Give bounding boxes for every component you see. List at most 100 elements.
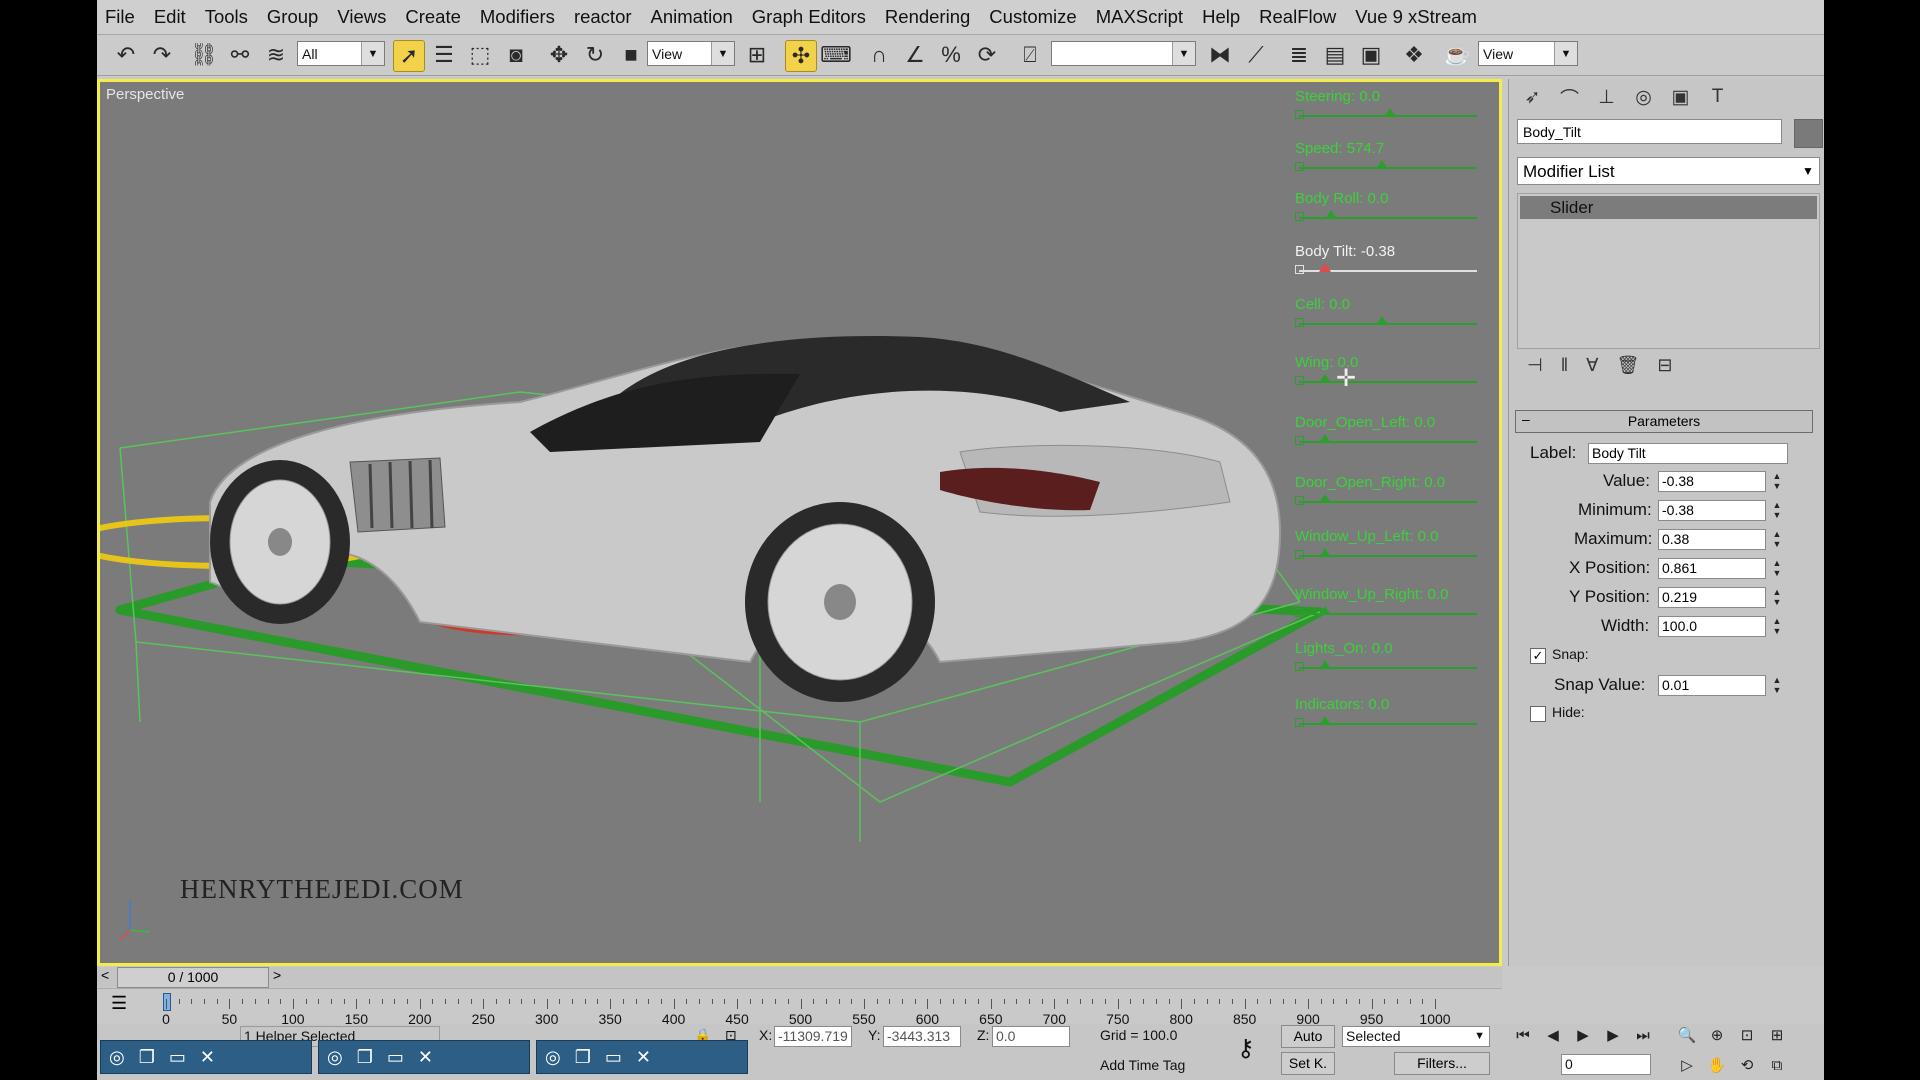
menu-graph-editors[interactable]: Graph Editors (744, 0, 877, 34)
menu-group[interactable]: Group (259, 0, 329, 34)
x-position-field[interactable]: 0.861 (1658, 558, 1766, 579)
menu-realflow[interactable]: RealFlow (1251, 0, 1347, 34)
window-crossing-icon[interactable]: ◙ (501, 40, 531, 70)
y-coordinate-field[interactable]: -3443.313 (883, 1026, 961, 1047)
modifier-list-dropdown[interactable]: Modifier List ▼ (1517, 157, 1820, 185)
slider-manipulator[interactable]: Lights_On: 0.0 (1295, 640, 1485, 671)
make-unique-icon[interactable]: ∀ (1586, 355, 1598, 376)
restore-icon[interactable]: ❐ (139, 1047, 155, 1068)
close-icon[interactable]: ✕ (418, 1047, 433, 1068)
menu-file[interactable]: File (97, 0, 146, 34)
select-link-icon[interactable]: ⛓ (189, 40, 219, 70)
slider-manipulator[interactable]: Door_Open_Left: 0.0 (1295, 414, 1485, 445)
unlink-icon[interactable]: ⚯ (225, 40, 255, 70)
auto-key-button[interactable]: Auto (1281, 1025, 1335, 1048)
add-time-tag[interactable]: Add Time Tag (1100, 1057, 1185, 1073)
slider-handle[interactable] (1375, 160, 1388, 169)
slider-manipulator[interactable]: Wing: 0.0 (1295, 354, 1485, 385)
filters-button[interactable]: Filters... (1394, 1052, 1490, 1075)
render-view-dropdown[interactable]: View ▼ (1478, 41, 1578, 66)
menu-rendering[interactable]: Rendering (877, 0, 981, 34)
slider-handle[interactable] (1375, 316, 1388, 325)
y-position-spinner-icon[interactable]: ▲ ▼ (1771, 587, 1783, 608)
curve-editor-icon[interactable]: ▤ (1320, 40, 1350, 70)
keyboard-shortcut-icon[interactable]: ⌨ (820, 40, 852, 70)
object-color-swatch[interactable] (1794, 119, 1823, 148)
time-slider-thumb[interactable]: 0 / 1000 (117, 967, 269, 988)
minimized-window-1[interactable]: ◎ ❐ ▭ ✕ (100, 1040, 312, 1074)
bind-space-warp-icon[interactable]: ≋ (261, 40, 291, 70)
previous-frame-icon[interactable]: ◀ (1541, 1024, 1565, 1046)
pin-stack-icon[interactable]: ⊣ (1527, 355, 1543, 376)
key-filter-dropdown[interactable]: Selected ▼ (1342, 1026, 1490, 1047)
next-frame-icon[interactable]: ▶ (1601, 1024, 1625, 1046)
mirror-icon[interactable]: ⧓ (1205, 40, 1235, 70)
label-field[interactable]: Body Tilt (1588, 443, 1788, 464)
hide-checkbox[interactable] (1530, 706, 1546, 722)
show-end-result-icon[interactable]: ‖ (1561, 355, 1568, 376)
mini-curve-editor-icon[interactable]: ☰ (111, 993, 127, 1014)
undo-icon[interactable]: ↶ (111, 40, 141, 70)
minimized-window-2[interactable]: ◎ ❐ ▭ ✕ (318, 1040, 530, 1074)
scale-icon[interactable]: ■ (616, 40, 646, 70)
render-setup-icon[interactable]: ☕ (1442, 40, 1472, 70)
schematic-view-icon[interactable]: ▣ (1356, 40, 1386, 70)
configure-modifier-sets-icon[interactable]: ⊟ (1657, 355, 1672, 376)
current-frame-marker[interactable] (163, 993, 171, 1011)
play-icon[interactable]: ▶ (1571, 1024, 1595, 1046)
width-spinner-icon[interactable]: ▲ ▼ (1771, 616, 1783, 637)
width-field[interactable]: 100.0 (1658, 616, 1766, 637)
slider-manipulator[interactable]: Window_Up_Left: 0.0 (1295, 528, 1485, 559)
minimum-spinner-icon[interactable]: ▲ ▼ (1771, 500, 1783, 521)
restore-icon[interactable]: ❐ (357, 1047, 373, 1068)
menu-animation[interactable]: Animation (643, 0, 744, 34)
restore-icon[interactable]: ❐ (575, 1047, 591, 1068)
menu-help[interactable]: Help (1194, 0, 1251, 34)
set-key-button[interactable]: Set K. (1281, 1052, 1335, 1075)
rotate-icon[interactable]: ↻ (580, 40, 610, 70)
menu-views[interactable]: Views (329, 0, 397, 34)
pivot-center-icon[interactable]: ⊞ (742, 40, 772, 70)
slider-handle[interactable] (1319, 434, 1332, 443)
zoom-icon[interactable]: 🔍 (1675, 1024, 1699, 1046)
field-of-view-icon[interactable]: ▷ (1675, 1054, 1699, 1076)
slider-manipulator[interactable]: Body Tilt: -0.38 (1295, 243, 1485, 274)
select-by-name-icon[interactable]: ☰ (429, 40, 459, 70)
go-to-start-icon[interactable]: ⏮ (1511, 1024, 1535, 1046)
menu-reactor[interactable]: reactor (566, 0, 643, 34)
stack-item-slider[interactable]: Slider (1520, 196, 1817, 219)
spinner-snap-icon[interactable]: ⟳ (972, 40, 1002, 70)
redo-icon[interactable]: ↷ (147, 40, 177, 70)
rectangular-selection-icon[interactable]: ⬚ (465, 40, 495, 70)
slider-manipulator[interactable]: Indicators: 0.0 (1295, 696, 1485, 727)
current-frame-field[interactable]: 0 (1561, 1054, 1651, 1075)
slider-manipulator[interactable]: Cell: 0.0 (1295, 296, 1485, 327)
y-position-field[interactable]: 0.219 (1658, 587, 1766, 608)
slider-handle[interactable] (1319, 548, 1332, 557)
edit-named-selection-icon[interactable]: ⍁ (1015, 40, 1045, 70)
parameters-rollout-header[interactable]: – Parameters (1515, 410, 1813, 433)
material-editor-icon[interactable]: ❖ (1399, 40, 1429, 70)
close-icon[interactable]: ✕ (636, 1047, 651, 1068)
create-tab-icon[interactable]: ➶ (1517, 83, 1548, 111)
slider-handle[interactable] (1324, 210, 1337, 219)
minimized-window-3[interactable]: ◎ ❐ ▭ ✕ (536, 1040, 748, 1074)
motion-tab-icon[interactable]: ◎ (1628, 83, 1659, 111)
close-icon[interactable]: ✕ (200, 1047, 215, 1068)
time-next-icon[interactable]: > (273, 967, 281, 983)
value-spinner-icon[interactable]: ▲ ▼ (1771, 471, 1783, 492)
select-manipulate-icon[interactable]: ✣ (785, 40, 817, 72)
key-icon[interactable]: ⚷ (1237, 1034, 1255, 1063)
maximize-viewport-icon[interactable]: ⧉ (1765, 1054, 1789, 1076)
slider-handle[interactable] (1319, 606, 1332, 615)
snap-toggle-icon[interactable]: ∩ (864, 40, 894, 70)
orbit-icon[interactable]: ⟲ (1735, 1054, 1759, 1076)
go-to-end-icon[interactable]: ⏭ (1631, 1024, 1655, 1046)
slider-handle[interactable] (1319, 374, 1332, 383)
menu-edit[interactable]: Edit (146, 0, 197, 34)
time-slider[interactable]: < 0 / 1000 > (97, 967, 1502, 988)
menu-create[interactable]: Create (397, 0, 472, 34)
x-coordinate-field[interactable]: -11309.719 (774, 1026, 852, 1047)
snap-value-field[interactable]: 0.01 (1658, 675, 1766, 696)
zoom-extents-all-icon[interactable]: ⊞ (1765, 1024, 1789, 1046)
